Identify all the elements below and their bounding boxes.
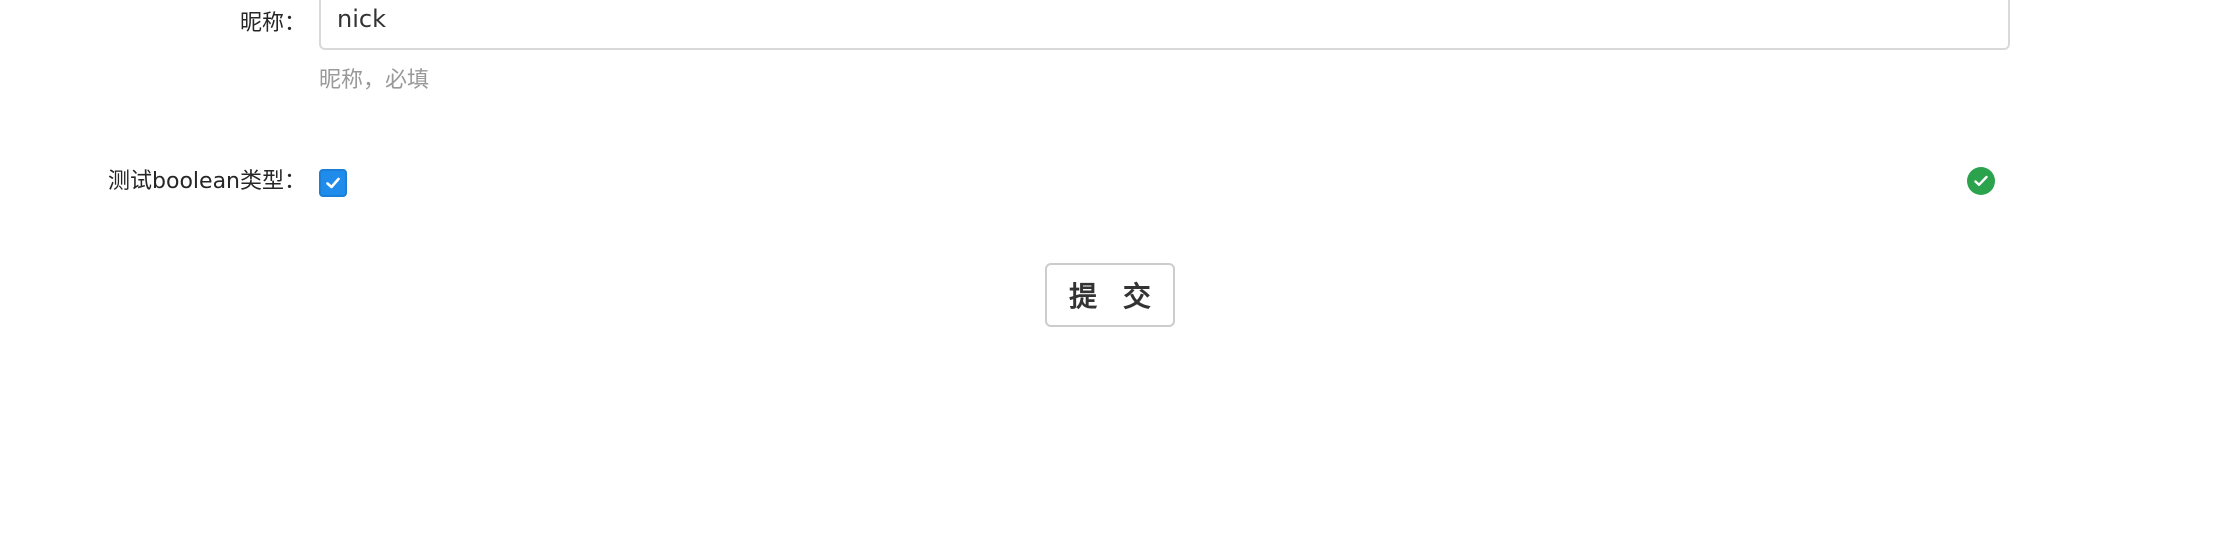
check-icon bbox=[326, 177, 340, 189]
nickname-help-text: 昵称，必填 bbox=[319, 68, 430, 93]
nickname-input[interactable] bbox=[319, 0, 2010, 50]
test-boolean-label: 测试boolean类型： bbox=[108, 169, 306, 194]
check-circle-icon bbox=[1967, 167, 1995, 195]
nickname-label: 昵称： bbox=[239, 11, 306, 36]
test-boolean-checkbox[interactable] bbox=[319, 169, 347, 197]
form-page: 昵称： 昵称，必填 测试boolean类型： 提 交 bbox=[0, 0, 2222, 538]
submit-button[interactable]: 提 交 bbox=[1045, 263, 1175, 327]
